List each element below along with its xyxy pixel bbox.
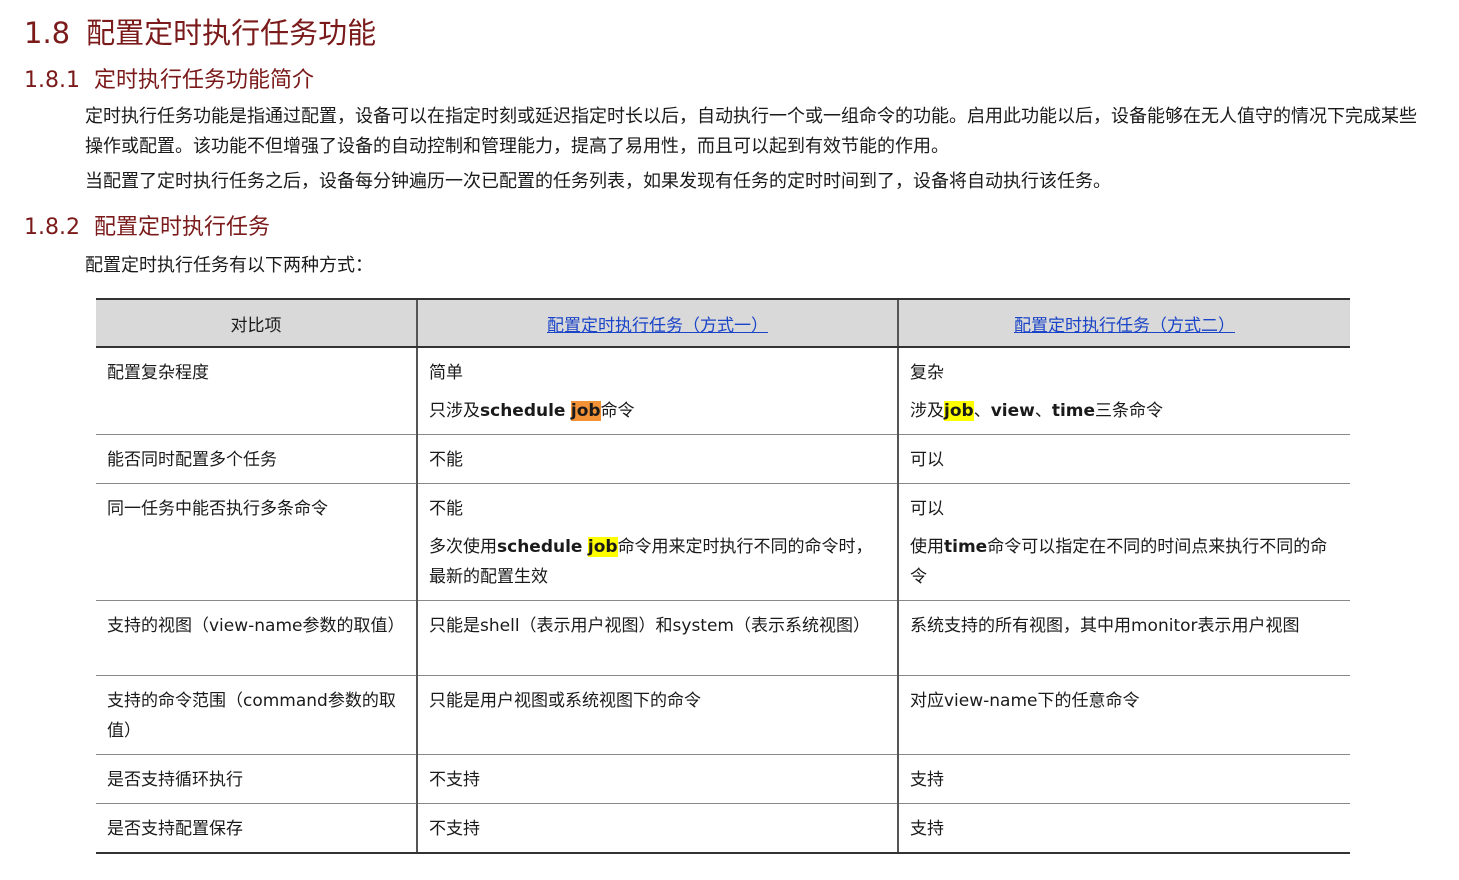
intro-paragraph-1: 定时执行任务功能是指通过配置，设备可以在指定时刻或延迟指定时长以后，自动执行一个… [85, 106, 1417, 157]
config-intro-text: 配置定时执行任务有以下两种方式： [85, 255, 373, 276]
text-fragment: 命令 [600, 401, 635, 421]
command-keyword-highlighted: job [570, 401, 601, 421]
section-heading-1-8: 1.8 配置定时执行任务功能 [24, 10, 376, 52]
command-keyword: schedule [480, 401, 566, 421]
cell-text: 不能 [429, 499, 463, 519]
table-row: 是否支持循环执行 不支持 支持 [96, 754, 1350, 804]
cell-item: 是否支持循环执行 [96, 754, 417, 804]
cell-item: 能否同时配置多个任务 [96, 434, 417, 484]
text-fragment: 三条命令 [1095, 401, 1164, 421]
mode1-link[interactable]: 配置定时执行任务（方式一） [547, 316, 768, 336]
table-row: 能否同时配置多个任务 不能 可以 [96, 434, 1350, 484]
cell-mode1: 只能是shell（表示用户视图）和system（表示系统视图） [416, 600, 898, 676]
cell-text: 只涉及schedule job命令 [429, 396, 887, 426]
cell-mode2: 可以 [897, 434, 1350, 484]
cell-item: 是否支持配置保存 [96, 803, 417, 854]
cell-item: 支持的视图（view-name参数的取值） [96, 600, 417, 676]
cell-mode2: 可以 使用time命令可以指定在不同的时间点来执行不同的命令 [897, 483, 1350, 601]
table-row: 支持的视图（view-name参数的取值） 只能是shell（表示用户视图）和s… [96, 600, 1350, 676]
text-fragment: 、 [1034, 401, 1052, 421]
table-row: 同一任务中能否执行多条命令 不能 多次使用schedule job命令用来定时执… [96, 483, 1350, 601]
intro-paragraph-2: 当配置了定时执行任务之后，设备每分钟遍历一次已配置的任务列表，如果发现有任务的定… [85, 171, 1111, 192]
cell-mode2: 支持 [897, 803, 1350, 854]
command-keyword: time [944, 537, 988, 557]
cell-mode1: 不支持 [416, 803, 898, 854]
cell-item: 同一任务中能否执行多条命令 [96, 483, 417, 601]
mode2-link[interactable]: 配置定时执行任务（方式二） [1014, 316, 1235, 336]
cell-text: 可以 [910, 499, 944, 519]
table-header-row: 对比项 配置定时执行任务（方式一） 配置定时执行任务（方式二） [96, 298, 1350, 348]
table-row: 支持的命令范围（command参数的取值） 只能是用户视图或系统视图下的命令 对… [96, 675, 1350, 755]
section-title: 定时执行任务功能简介 [93, 68, 314, 93]
header-mode1: 配置定时执行任务（方式一） [416, 298, 898, 348]
cell-text: 简单 [429, 363, 463, 383]
section-heading-1-8-2: 1.8.2 配置定时执行任务 [24, 209, 270, 241]
section-number: 1.8.2 [24, 215, 80, 240]
command-keyword: time [1051, 401, 1096, 421]
command-keyword-highlighted: job [944, 401, 974, 421]
command-keyword-highlighted: job [587, 537, 618, 557]
cell-mode1: 不能 多次使用schedule job命令用来定时执行不同的命令时，最新的配置生… [416, 483, 898, 601]
cell-text: 复杂 [910, 363, 944, 383]
command-keyword: view [990, 401, 1035, 421]
cell-mode2: 对应view-name下的任意命令 [897, 675, 1350, 755]
cell-mode2: 支持 [897, 754, 1350, 804]
cell-mode2: 复杂 涉及job、view、time三条命令 [897, 347, 1350, 435]
text-fragment: 只涉及 [429, 401, 480, 421]
section-number: 1.8 [24, 16, 71, 50]
header-item: 对比项 [96, 298, 417, 348]
cell-mode1: 不能 [416, 434, 898, 484]
cell-text: 涉及job、view、time三条命令 [910, 396, 1340, 426]
cell-mode1: 不支持 [416, 754, 898, 804]
section-heading-1-8-1: 1.8.1 定时执行任务功能简介 [24, 62, 314, 94]
table-row: 配置复杂程度 简单 只涉及schedule job命令 复杂 涉及job、vie… [96, 347, 1350, 435]
cell-mode1: 只能是用户视图或系统视图下的命令 [416, 675, 898, 755]
cell-item: 支持的命令范围（command参数的取值） [96, 675, 417, 755]
section-title: 配置定时执行任务 [93, 215, 270, 240]
text-fragment: 涉及 [910, 401, 944, 421]
text-fragment: 使用 [910, 537, 944, 557]
cell-text: 多次使用schedule job命令用来定时执行不同的命令时，最新的配置生效 [429, 532, 887, 592]
cell-mode1: 简单 只涉及schedule job命令 [416, 347, 898, 435]
table-row: 是否支持配置保存 不支持 支持 [96, 803, 1350, 854]
text-fragment: 多次使用 [429, 537, 497, 557]
cell-mode2: 系统支持的所有视图，其中用monitor表示用户视图 [897, 600, 1350, 676]
section-number: 1.8.1 [24, 68, 80, 93]
section-title: 配置定时执行任务功能 [86, 16, 377, 50]
cell-text: 使用time命令可以指定在不同的时间点来执行不同的命令 [910, 532, 1340, 592]
text-fragment: 、 [973, 401, 991, 421]
header-mode2: 配置定时执行任务（方式二） [897, 298, 1350, 348]
cell-item: 配置复杂程度 [96, 347, 417, 435]
comparison-table: 对比项 配置定时执行任务（方式一） 配置定时执行任务（方式二） 配置复杂程度 简… [96, 298, 1350, 854]
command-keyword: schedule [497, 537, 583, 557]
